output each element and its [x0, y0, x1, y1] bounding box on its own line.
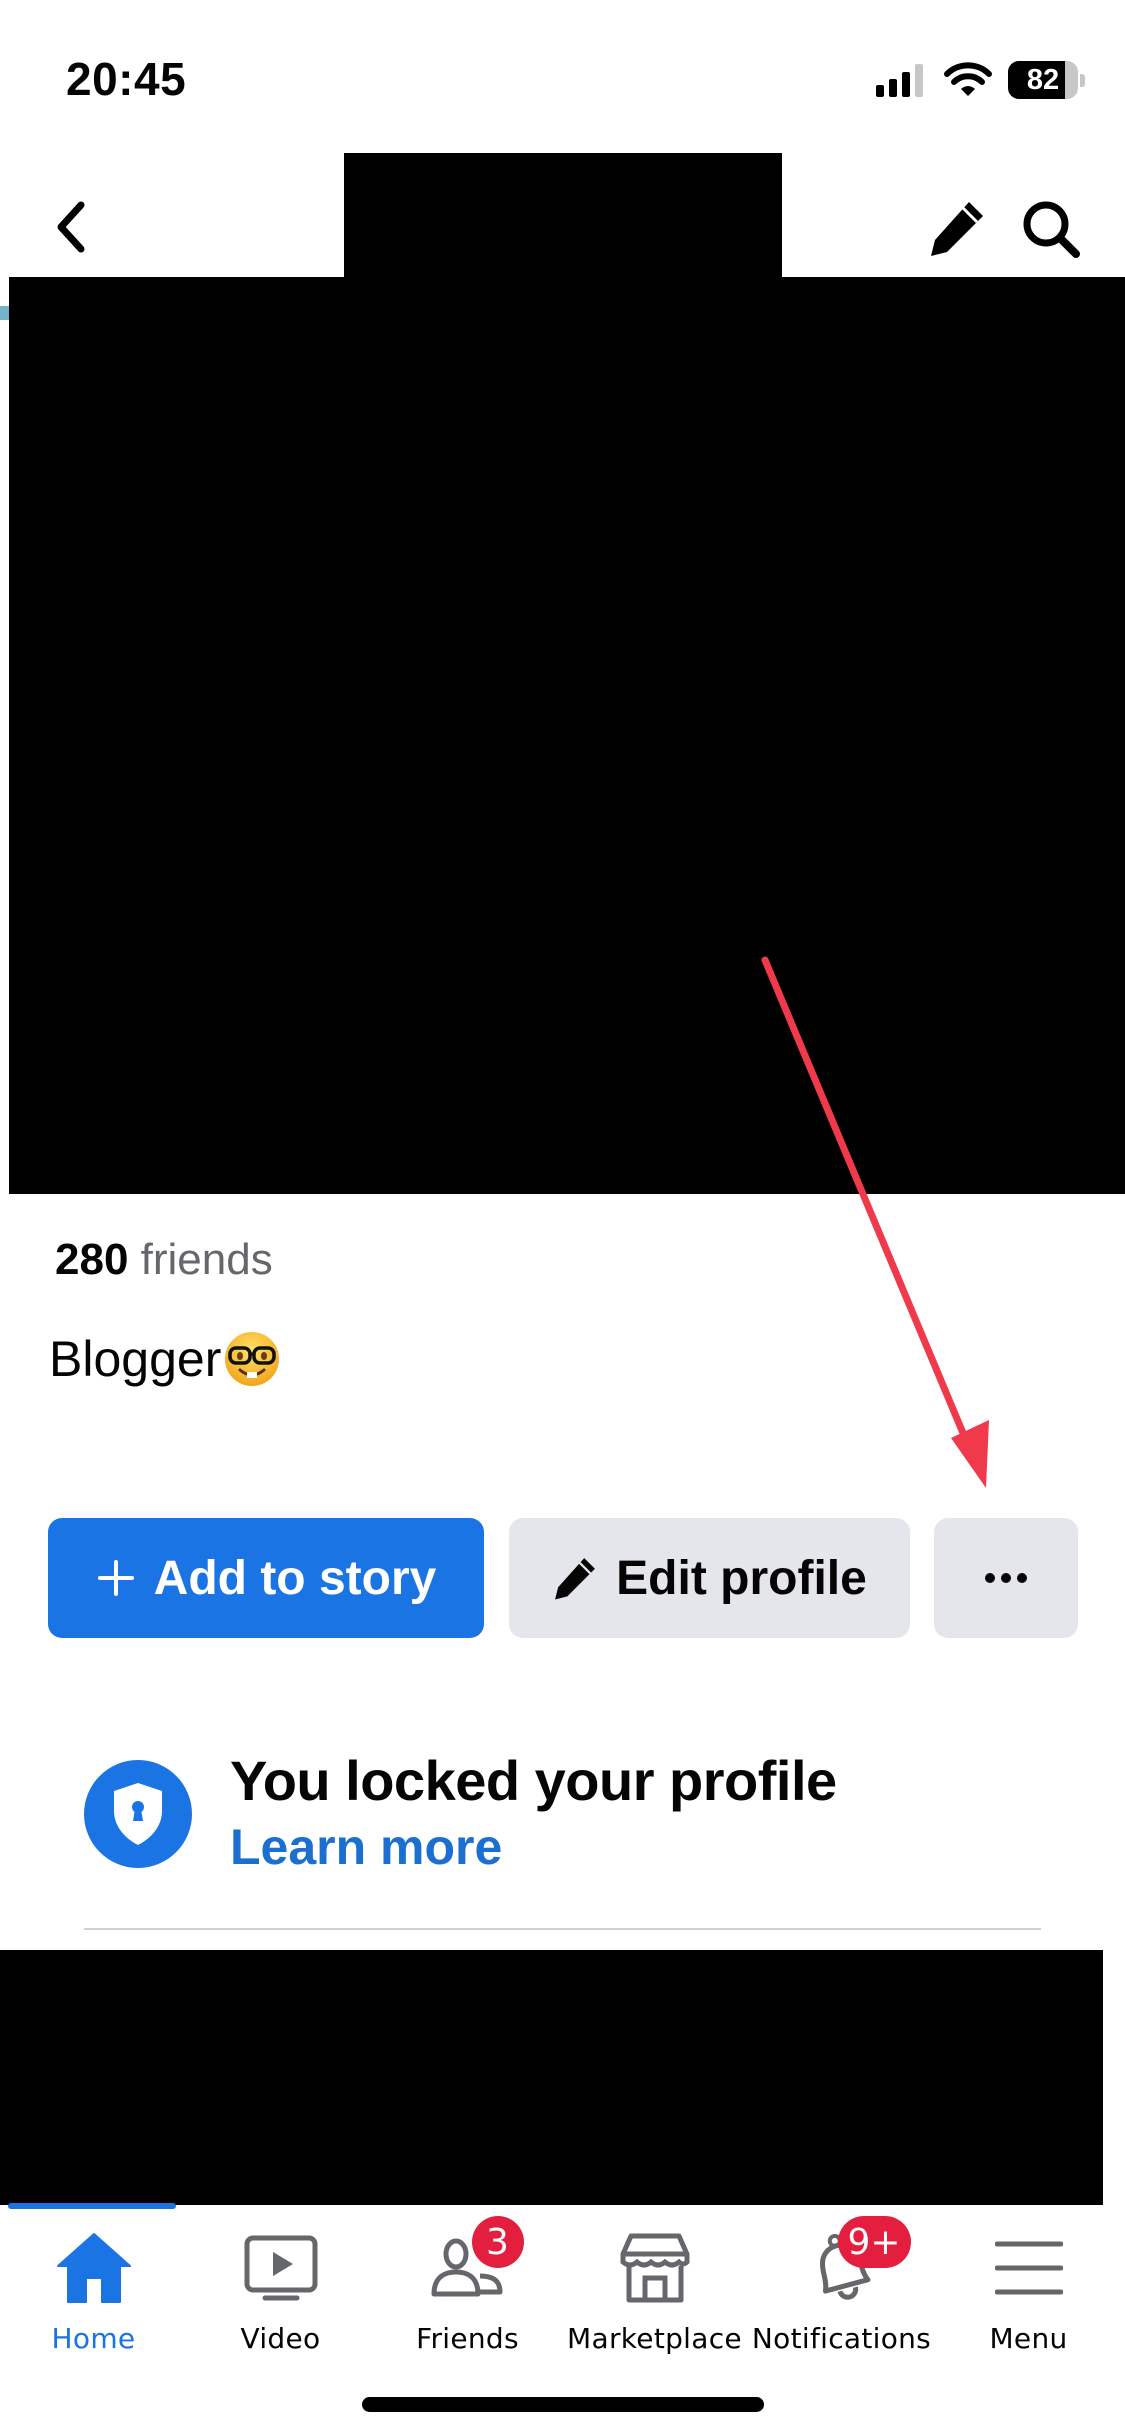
- tab-label: Menu: [989, 2322, 1068, 2355]
- profile-bio: Blogger: [49, 1330, 281, 1388]
- content-redacted: [0, 1950, 1103, 2205]
- tab-video[interactable]: Video: [187, 2228, 374, 2368]
- tab-label: Home: [51, 2322, 136, 2355]
- tab-label: Notifications: [751, 2322, 932, 2355]
- tab-menu[interactable]: Menu: [935, 2228, 1122, 2368]
- bio-text: Blogger: [49, 1331, 222, 1387]
- chevron-left-icon: [57, 201, 85, 253]
- back-button[interactable]: [46, 196, 96, 258]
- pencil-icon: [552, 1555, 598, 1601]
- tab-label: Friends: [416, 2322, 519, 2355]
- learn-more-link[interactable]: Learn more: [230, 1818, 502, 1876]
- search-button[interactable]: [1016, 194, 1086, 264]
- bell-icon: 9+: [802, 2216, 911, 2308]
- friends-count-link[interactable]: 280 friends: [55, 1235, 273, 1285]
- nerd-face-emoji-icon: [225, 1332, 280, 1386]
- status-icons: 82: [876, 60, 1085, 100]
- more-horizontal-icon: [985, 1573, 1027, 1583]
- add-to-story-label: Add to story: [153, 1551, 437, 1605]
- friends-label: friends: [140, 1235, 273, 1284]
- search-icon: [1023, 201, 1080, 258]
- friends-badge: 3: [471, 2216, 524, 2268]
- tab-notifications[interactable]: 9+ Notifications: [748, 2216, 935, 2368]
- edit-profile-button[interactable]: Edit profile: [509, 1518, 910, 1638]
- tab-marketplace[interactable]: Marketplace: [561, 2228, 748, 2368]
- tab-friends[interactable]: 3 Friends: [374, 2216, 561, 2368]
- battery-percent: 82: [1026, 63, 1060, 96]
- home-indicator[interactable]: [362, 2397, 764, 2412]
- tab-label: Video: [240, 2322, 321, 2355]
- edit-button[interactable]: [925, 196, 989, 260]
- plus-icon: [96, 1558, 136, 1598]
- friends-count: 280: [55, 1235, 129, 1284]
- battery-indicator: 82: [1008, 61, 1078, 99]
- annotation-arrow-head: [951, 1420, 989, 1488]
- pencil-icon: [931, 202, 983, 256]
- cover-photo-redacted: [9, 277, 1125, 1194]
- edit-profile-label: Edit profile: [616, 1551, 867, 1605]
- battery-cap: [1080, 73, 1085, 87]
- more-options-button[interactable]: [934, 1518, 1078, 1638]
- profile-name-redacted: [344, 153, 782, 283]
- locked-profile-badge: [84, 1760, 192, 1868]
- locked-profile-title: You locked your profile: [230, 1749, 837, 1812]
- video-icon: [241, 2228, 321, 2308]
- add-to-story-button[interactable]: Add to story: [48, 1518, 484, 1638]
- notifications-badge: 9+: [837, 2216, 911, 2268]
- menu-icon: [989, 2228, 1069, 2308]
- home-icon: [54, 2228, 134, 2308]
- friends-icon: 3: [428, 2216, 524, 2308]
- tab-home[interactable]: Home: [0, 2228, 187, 2368]
- status-time: 20:45: [66, 53, 187, 105]
- cover-photo-edge: [0, 306, 9, 320]
- tab-label: Marketplace: [567, 2322, 742, 2355]
- section-divider: [84, 1928, 1041, 1930]
- active-tab-indicator: [8, 2203, 176, 2209]
- marketplace-icon: [615, 2228, 695, 2308]
- cellular-signal-icon: [876, 64, 923, 97]
- wifi-icon: [944, 62, 992, 96]
- shield-keyhole-icon: [114, 1783, 162, 1845]
